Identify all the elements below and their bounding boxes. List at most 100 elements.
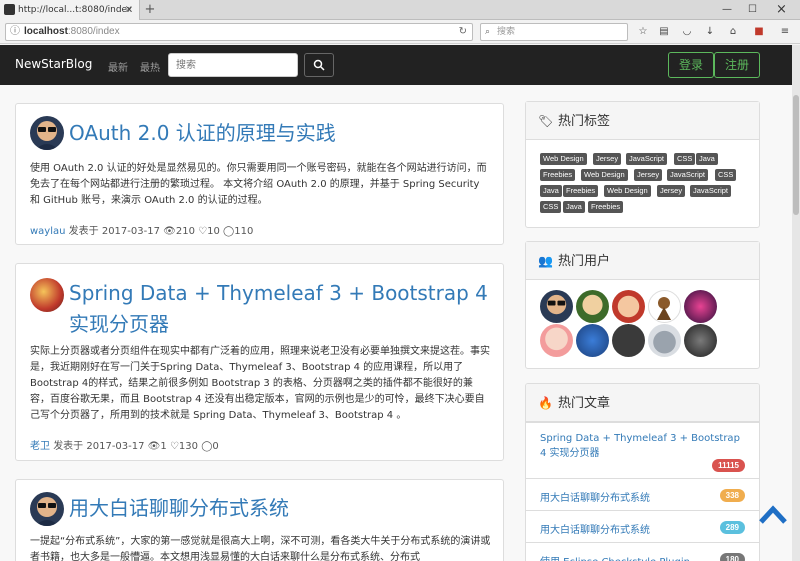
tag-label[interactable]: Jersey — [634, 169, 663, 181]
user-avatar[interactable] — [684, 324, 717, 357]
hot-article-title[interactable]: Spring Data + Thymeleaf 3 + Bootstrap 4 … — [540, 431, 745, 461]
bookmark-star-icon[interactable]: ☆ — [636, 24, 650, 40]
heart-icon[interactable]: ♡ — [170, 441, 179, 452]
site-info-icon[interactable]: ⓘ — [10, 24, 20, 40]
post-author-link[interactable]: waylau — [30, 226, 65, 237]
url-bar[interactable]: ⓘ localhost:8080/index ↻ — [5, 23, 473, 41]
avatar-glasses-icon — [35, 497, 59, 526]
hot-article-title[interactable]: 用大白话聊聊分布式系统 — [540, 489, 650, 504]
author-avatar[interactable] — [30, 278, 64, 312]
hot-article-item[interactable]: 使用 Eclipse Checkstyle Plugin 180 — [526, 542, 759, 561]
tag-label[interactable]: Freebies — [563, 185, 599, 197]
post-date: 发表于 2017-03-17 — [68, 226, 160, 237]
minimize-button[interactable]: — — [722, 0, 732, 20]
comment-icon[interactable]: ◯ — [223, 226, 234, 237]
users-icon: 👥 — [538, 254, 553, 268]
site-navbar: NewStarBlog 最新 最热 登录 注册 — [0, 45, 792, 85]
comment-icon[interactable]: ◯ — [201, 441, 212, 452]
register-button[interactable]: 注册 — [714, 52, 760, 78]
tag-label[interactable]: Web Design — [604, 185, 651, 197]
heart-icon[interactable]: ♡ — [198, 226, 207, 237]
user-avatar[interactable] — [648, 324, 681, 357]
tag-label[interactable]: Jersey — [593, 153, 622, 165]
site-search-button[interactable] — [304, 53, 334, 77]
login-button[interactable]: 登录 — [668, 52, 714, 78]
download-icon[interactable]: ↓ — [703, 24, 717, 40]
avatar-glasses-icon — [35, 121, 59, 150]
new-tab-button[interactable]: + — [143, 0, 157, 20]
reload-icon[interactable]: ↻ — [459, 24, 467, 40]
comment-count: 0 — [212, 441, 219, 452]
like-count: 10 — [207, 226, 220, 237]
scrollbar-thumb[interactable] — [793, 95, 799, 215]
user-avatar[interactable] — [612, 324, 645, 357]
tag-label[interactable]: Freebies — [540, 169, 576, 181]
tag-label[interactable]: Java — [540, 185, 562, 197]
like-count: 130 — [178, 441, 198, 452]
reading-list-icon[interactable]: ▤ — [657, 24, 671, 40]
browser-search-placeholder: 搜索 — [497, 27, 516, 37]
site-search-input[interactable] — [168, 53, 298, 77]
user-avatar[interactable] — [648, 290, 681, 323]
post-card: Spring Data + Thymeleaf 3 + Bootstrap 4 … — [15, 263, 504, 461]
back-to-top-button[interactable] — [756, 500, 790, 530]
user-avatar[interactable] — [540, 290, 573, 323]
monkey-icon — [657, 297, 671, 320]
window-close-button[interactable]: × — [776, 0, 787, 20]
post-title[interactable]: OAuth 2.0 认证的原理与实践 — [69, 118, 489, 149]
hot-article-item[interactable]: 用大白话聊聊分布式系统 289 — [526, 510, 759, 542]
hot-article-item[interactable]: 用大白话聊聊分布式系统 338 — [526, 478, 759, 510]
hot-article-title[interactable]: 用大白话聊聊分布式系统 — [540, 521, 650, 536]
browser-search-bar[interactable]: ⌕ 搜索 — [480, 23, 628, 41]
pocket-icon[interactable]: ◡ — [680, 24, 694, 40]
user-avatar[interactable] — [684, 290, 717, 323]
tag-label[interactable]: JavaScript — [626, 153, 668, 165]
post-excerpt: 一提起“分布式系统”，大家的第一感觉就是很高大上啊，深不可测，看各类大牛关于分布… — [30, 536, 491, 561]
tag-label[interactable]: CSS — [674, 153, 696, 165]
hot-article-title[interactable]: 使用 Eclipse Checkstyle Plugin — [540, 553, 690, 561]
url-path: :8080/index — [67, 26, 120, 37]
home-icon[interactable]: ⌂ — [726, 24, 740, 40]
hot-article-count: 338 — [719, 489, 745, 502]
tag-label[interactable]: Java — [563, 201, 585, 213]
user-avatar[interactable] — [576, 290, 609, 323]
tag-label[interactable]: Java — [696, 153, 718, 165]
panel-title: 热门文章 — [558, 396, 611, 411]
page-scrollbar[interactable] — [792, 45, 800, 561]
author-avatar[interactable] — [30, 116, 64, 150]
tag-label[interactable]: JavaScript — [690, 185, 732, 197]
brand-logo[interactable]: NewStarBlog — [15, 57, 92, 71]
user-avatar[interactable] — [612, 290, 645, 323]
post-title[interactable]: Spring Data + Thymeleaf 3 + Bootstrap 4 … — [69, 278, 497, 340]
view-count: 1 — [160, 441, 167, 452]
maximize-button[interactable]: ☐ — [748, 0, 757, 20]
post-card: 用大白话聊聊分布式系统 一提起“分布式系统”，大家的第一感觉就是很高大上啊，深不… — [15, 479, 504, 561]
post-title[interactable]: 用大白话聊聊分布式系统 — [69, 493, 489, 524]
tag-label[interactable]: JavaScript — [667, 169, 709, 181]
tag-label[interactable]: Freebies — [588, 201, 624, 213]
user-avatar[interactable] — [540, 324, 573, 357]
tag-label[interactable]: Web Design — [581, 169, 628, 181]
url-host: localhost — [24, 26, 68, 37]
hot-article-item[interactable]: Spring Data + Thymeleaf 3 + Bootstrap 4 … — [526, 422, 759, 478]
tag-label[interactable]: Jersey — [657, 185, 686, 197]
panel-header: 🏷 热门标签 — [526, 102, 759, 140]
extension-icon[interactable]: ■ — [752, 24, 766, 40]
nav-hottest[interactable]: 最热 — [140, 59, 160, 74]
comment-count: 110 — [234, 226, 254, 237]
nav-newest[interactable]: 最新 — [108, 59, 128, 74]
menu-icon[interactable]: ≡ — [778, 24, 792, 40]
tag-label[interactable]: Web Design — [540, 153, 587, 165]
author-avatar[interactable] — [30, 492, 64, 526]
avatar-glasses-icon — [546, 294, 567, 315]
user-avatar[interactable] — [576, 324, 609, 357]
tag-label[interactable]: CSS — [540, 201, 562, 213]
hot-article-count: 180 — [719, 553, 745, 561]
post-author-link[interactable]: 老卫 — [30, 441, 50, 452]
hot-users-panel: 👥 热门用户 — [525, 241, 760, 369]
post-meta: waylau 发表于 2017-03-17 👁210 ♡10 ◯110 — [30, 222, 253, 237]
tags-icon: 🏷 — [538, 114, 554, 128]
tab-close-icon[interactable]: × — [125, 0, 133, 20]
browser-tab[interactable]: http://local...t:8080/index × — [0, 0, 140, 20]
tag-label[interactable]: CSS — [715, 169, 737, 181]
